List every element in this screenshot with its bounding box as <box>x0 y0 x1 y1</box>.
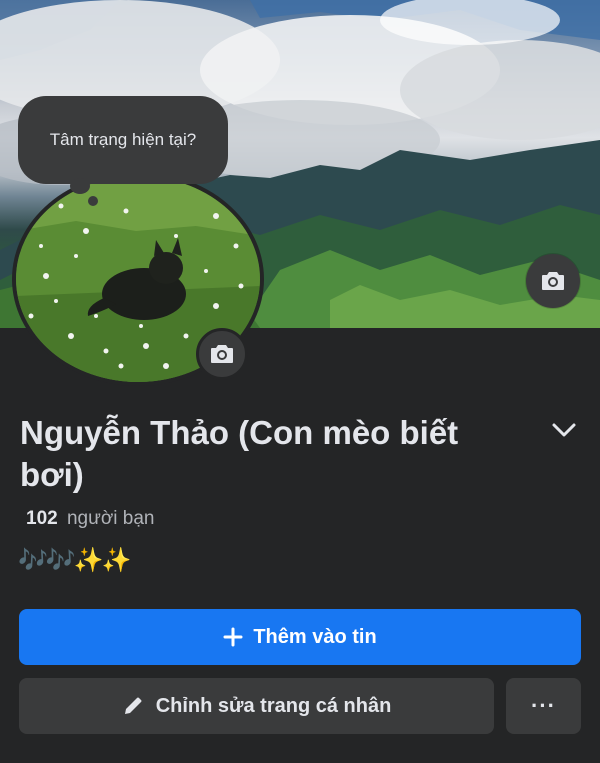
profile-bio: 🎶🎶✨✨ <box>18 547 132 574</box>
camera-icon <box>210 343 234 365</box>
pencil-icon <box>122 695 144 717</box>
more-options-button[interactable]: ··· <box>506 678 581 734</box>
bubble-tail-small <box>88 196 98 206</box>
camera-icon <box>541 270 565 292</box>
mood-prompt-text: Tâm trạng hiện tại? <box>49 130 197 149</box>
friends-count-label: người bạn <box>66 508 155 529</box>
chevron-down-icon <box>551 422 577 438</box>
add-to-story-label: Thêm vào tin <box>253 625 377 648</box>
cover-camera-button[interactable] <box>526 254 580 308</box>
friends-count[interactable]: 102 người bạn <box>26 508 155 530</box>
edit-profile-label: Chỉnh sửa trang cá nhân <box>155 694 392 717</box>
friends-count-number: 102 <box>26 508 58 529</box>
mood-prompt-bubble[interactable]: Tâm trạng hiện tại? <box>18 96 228 184</box>
profile-name: Nguyễn Thảo (Con mèo biết bơi) <box>20 414 459 493</box>
edit-profile-button[interactable]: Chỉnh sửa trang cá nhân <box>19 678 494 734</box>
expand-name-button[interactable] <box>548 414 580 446</box>
avatar-camera-button[interactable] <box>196 328 248 380</box>
add-to-story-button[interactable]: Thêm vào tin <box>19 609 581 665</box>
profile-page: Tâm trạng hiện tại? Nguyễn Thảo (Con mèo… <box>0 0 600 763</box>
bubble-tail <box>70 178 90 194</box>
plus-icon <box>223 627 243 647</box>
more-options-label: ··· <box>531 693 556 718</box>
